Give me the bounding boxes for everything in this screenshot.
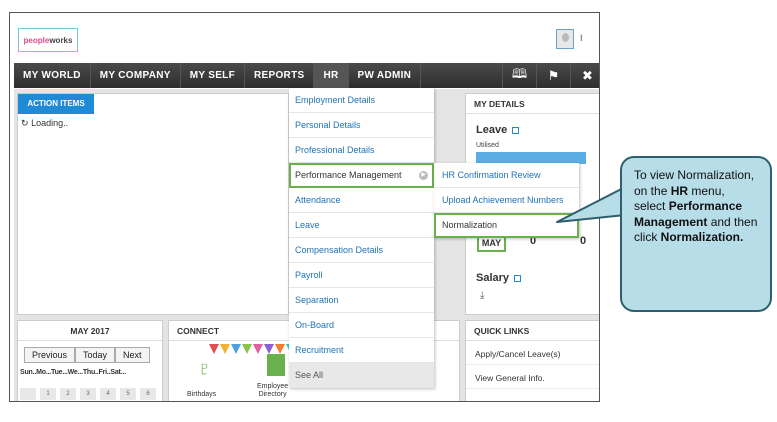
flag-icon[interactable]: ⚑ (536, 63, 570, 88)
my-details-title: MY DETAILS (466, 94, 599, 114)
main-nav: MY WORLD MY COMPANY MY SELF REPORTS HR P… (14, 63, 599, 88)
menu-item-see-all[interactable]: See All (289, 363, 434, 388)
loading-status: ↻ Loading.. (21, 118, 69, 128)
calendar-next-button[interactable]: Next (115, 347, 150, 363)
nav-my-company[interactable]: MY COMPANY (91, 63, 181, 88)
tools-icon[interactable]: ✖ (570, 63, 599, 88)
menu-item-performance-management[interactable]: Performance Management ▶ (289, 163, 434, 188)
menu-item-payroll[interactable]: Payroll (289, 263, 434, 288)
nav-pw-admin[interactable]: PW ADMIN (349, 63, 422, 88)
menu-item-professional-details[interactable]: Professional Details (289, 138, 434, 163)
action-items-tab[interactable]: ACTION ITEMS (18, 94, 94, 114)
refresh-icon: ↻ (21, 118, 29, 128)
nav-hr[interactable]: HR (314, 63, 349, 88)
avatar[interactable] (556, 29, 574, 49)
calendar-day[interactable]: 5 (120, 388, 136, 400)
calendar-today-button[interactable]: Today (75, 347, 116, 363)
user-initial: I (580, 33, 583, 43)
calendar-day[interactable]: 2 (60, 388, 76, 400)
expand-icon[interactable] (514, 274, 522, 282)
calendar-nav: Previous Today Next (24, 347, 162, 363)
birthday-cake-icon[interactable]: ♇ (197, 358, 212, 381)
chevron-right-icon: ▶ (419, 171, 428, 180)
quick-links-panel: QUICK LINKS Apply/Cancel Leave(s) View G… (465, 320, 599, 401)
calendar-title: MAY 2017 (18, 321, 162, 341)
calendar-day[interactable]: 6 (140, 388, 156, 400)
nav-my-world[interactable]: MY WORLD (14, 63, 91, 88)
menu-item-employment-details[interactable]: Employment Details (289, 88, 434, 113)
menu-item-separation[interactable]: Separation (289, 288, 434, 313)
nav-my-self[interactable]: MY SELF (181, 63, 246, 88)
menu-item-on-board[interactable]: On-Board (289, 313, 434, 338)
utilised-label: Utilised (476, 142, 499, 149)
leave-title: Leave (476, 124, 520, 136)
action-items-panel: ACTION ITEMS ↻ Loading.. (17, 93, 289, 315)
nav-icon-group: 🕮 ⚑ ✖ (502, 63, 599, 88)
menu-item-attendance[interactable]: Attendance (289, 188, 434, 213)
calendar-week-row: 1 2 3 4 5 6 (20, 388, 156, 400)
employee-directory-label[interactable]: Employee Directory (257, 383, 288, 399)
calendar-day[interactable]: 1 (40, 388, 56, 400)
calendar-panel: MAY 2017 Previous Today Next Sun..Mo...T… (17, 320, 163, 401)
calendar-day[interactable]: 3 (80, 388, 96, 400)
calendar-previous-button[interactable]: Previous (24, 347, 76, 363)
calendar-day[interactable]: 4 (100, 388, 116, 400)
quick-link-apply-leave[interactable]: Apply/Cancel Leave(s) (466, 341, 599, 365)
menu-item-personal-details[interactable]: Personal Details (289, 113, 434, 138)
quick-link-general-info[interactable]: View General Info. (466, 365, 599, 389)
expand-icon[interactable] (512, 126, 520, 134)
nav-reports[interactable]: REPORTS (245, 63, 315, 88)
quick-links-title: QUICK LINKS (466, 321, 599, 341)
menu-item-compensation-details[interactable]: Compensation Details (289, 238, 434, 263)
menu-item-leave[interactable]: Leave (289, 213, 434, 238)
instruction-callout: To view Normalization, on the HR menu, s… (620, 156, 772, 312)
download-icon[interactable]: ⤓ (480, 290, 484, 301)
app-window: people works I MY WORLD MY COMPANY MY SEL… (9, 12, 600, 402)
birthdays-label[interactable]: Birthdays (187, 391, 216, 398)
employee-directory-icon[interactable] (267, 354, 285, 376)
peopleworks-logo[interactable]: people works (18, 28, 78, 52)
book-icon[interactable]: 🕮 (502, 63, 536, 88)
calendar-day[interactable] (20, 388, 36, 400)
top-bar: people works I (10, 13, 599, 63)
calendar-day-headers: Sun..Mo...Tue...We...Thu..Fri..Sat... (20, 369, 126, 376)
salary-title: Salary (476, 272, 522, 284)
menu-item-recruitment[interactable]: Recruitment (289, 338, 434, 363)
hr-dropdown-menu: Employment Details Personal Details Prof… (289, 88, 434, 388)
leave-value-b: 0 (580, 235, 587, 247)
